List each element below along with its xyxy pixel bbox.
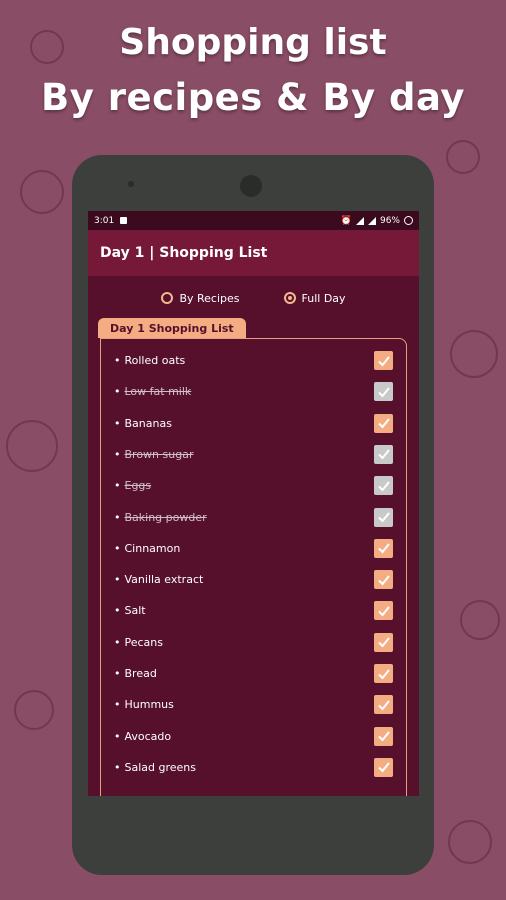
checkmark-icon (377, 387, 390, 398)
list-item-label: Salad greens (124, 760, 197, 774)
list-item-label: Brown sugar (124, 447, 194, 461)
bullet-icon: • (114, 698, 121, 712)
list-item-label: Cinnamon (124, 541, 181, 555)
headline-subtitle: By recipes & By day (41, 76, 465, 119)
radio-by-recipes-label: By Recipes (179, 291, 240, 305)
radio-full-day-circle[interactable] (283, 292, 296, 304)
list-item[interactable]: • Vanilla extract (101, 564, 406, 595)
bullet-icon: • (114, 541, 121, 555)
checkmark-icon (377, 481, 390, 492)
bullet-icon: • (114, 479, 121, 493)
item-checkbox[interactable] (374, 601, 393, 621)
status-bar: 3:01 ⏰ 96% (88, 211, 419, 230)
bullet-icon: • (114, 573, 121, 587)
wifi-icon (355, 216, 364, 225)
checkmark-icon (377, 731, 390, 742)
phone-screen: 3:01 ⏰ 96% Day 1 | Shopping List By Reci… (88, 211, 419, 796)
shopping-list: • Rolled oats • Low fat milk • Bananas • Brown … (100, 338, 407, 796)
list-item[interactable]: • Brown sugar (101, 439, 406, 470)
checkmark-icon (377, 606, 390, 617)
item-checkbox[interactable] (374, 726, 393, 746)
list-item-label: Rolled oats (124, 354, 186, 367)
checkmark-icon (377, 418, 390, 429)
shopping-list-tab: Day 1 Shopping List (98, 318, 246, 338)
checkmark-icon (377, 543, 390, 554)
alarm-icon: ⏰ (340, 215, 352, 226)
list-item[interactable]: • Salt (101, 595, 406, 626)
list-item[interactable]: • Salad greens (101, 752, 406, 783)
radio-by-recipes[interactable]: By Recipes (161, 291, 240, 305)
item-checkbox[interactable] (374, 507, 393, 527)
item-checkbox[interactable] (374, 476, 393, 496)
list-item-label: Bread (124, 667, 157, 680)
checkmark-icon (377, 574, 390, 586)
app-bar: Day 1 | Shopping List (88, 230, 419, 276)
list-item[interactable]: • Avocado (101, 721, 406, 752)
bullet-icon: • (114, 760, 121, 774)
list-item[interactable]: • Bananas (101, 408, 406, 439)
checkmark-icon (377, 700, 390, 711)
bullet-icon: • (114, 385, 121, 399)
radio-full-day-label: Full Day (301, 291, 346, 305)
signal-icon (367, 216, 376, 225)
view-mode-radio-group: By Recipes Full Day (88, 278, 419, 318)
checkmark-icon (377, 762, 390, 773)
battery-text: 96% (379, 215, 400, 226)
bullet-icon: • (114, 447, 121, 461)
list-item-label: Avocado (124, 729, 172, 743)
list-item-label: Baking powder (124, 510, 207, 524)
item-checkbox[interactable] (374, 695, 393, 715)
bullet-icon: • (114, 635, 121, 649)
item-checkbox[interactable] (374, 570, 393, 590)
bullet-icon: • (114, 729, 121, 743)
item-checkbox[interactable] (374, 382, 393, 402)
checkmark-icon (377, 637, 390, 648)
checkmark-icon (377, 668, 390, 679)
checkmark-icon (377, 355, 390, 366)
list-item-label: Vanilla extract (124, 573, 204, 587)
sync-icon (404, 216, 413, 225)
bullet-icon: • (114, 604, 121, 618)
item-checkbox[interactable] (374, 351, 393, 370)
bullet-icon: • (114, 416, 121, 430)
list-item-label: Bananas (124, 416, 172, 430)
list-item-label: Salt (124, 604, 146, 618)
headline-title: Shopping list (119, 22, 387, 63)
item-checkbox[interactable] (374, 632, 393, 652)
checkmark-icon (377, 512, 390, 523)
item-checkbox[interactable] (374, 444, 393, 464)
list-item[interactable]: • Pecans (101, 627, 406, 658)
item-checkbox[interactable] (374, 664, 393, 683)
radio-full-day[interactable]: Full Day (283, 291, 346, 305)
phone-sensor (128, 181, 134, 187)
list-item[interactable]: • Eggs (101, 470, 406, 501)
phone-camera (240, 175, 262, 197)
list-item[interactable]: • Rolled oats (101, 345, 406, 376)
status-time: 3:01 (94, 215, 115, 226)
list-item-label: Pecans (124, 635, 164, 649)
item-checkbox[interactable] (374, 757, 393, 777)
list-item[interactable]: • Bread (101, 658, 406, 689)
app-bar-title: Day 1 | Shopping List (100, 245, 268, 261)
list-item[interactable]: • Hummus (101, 689, 406, 720)
list-item-label: Eggs (124, 479, 152, 493)
notification-icon (120, 217, 128, 224)
list-item-label: Hummus (124, 698, 174, 712)
list-item[interactable]: • Cinnamon (101, 533, 406, 564)
bullet-icon: • (114, 510, 121, 524)
item-checkbox[interactable] (374, 413, 393, 433)
bullet-icon: • (114, 667, 121, 680)
checkmark-icon (377, 449, 390, 460)
bullet-icon: • (114, 354, 121, 367)
phone-frame: 3:01 ⏰ 96% Day 1 | Shopping List By Reci… (72, 155, 434, 875)
status-right: ⏰ 96% (341, 216, 413, 226)
list-item[interactable]: • Low fat milk (101, 376, 406, 407)
list-item[interactable]: • Baking powder (101, 502, 406, 533)
radio-by-recipes-circle[interactable] (161, 292, 174, 304)
list-item-label: Low fat milk (124, 385, 192, 399)
item-checkbox[interactable] (374, 538, 393, 558)
